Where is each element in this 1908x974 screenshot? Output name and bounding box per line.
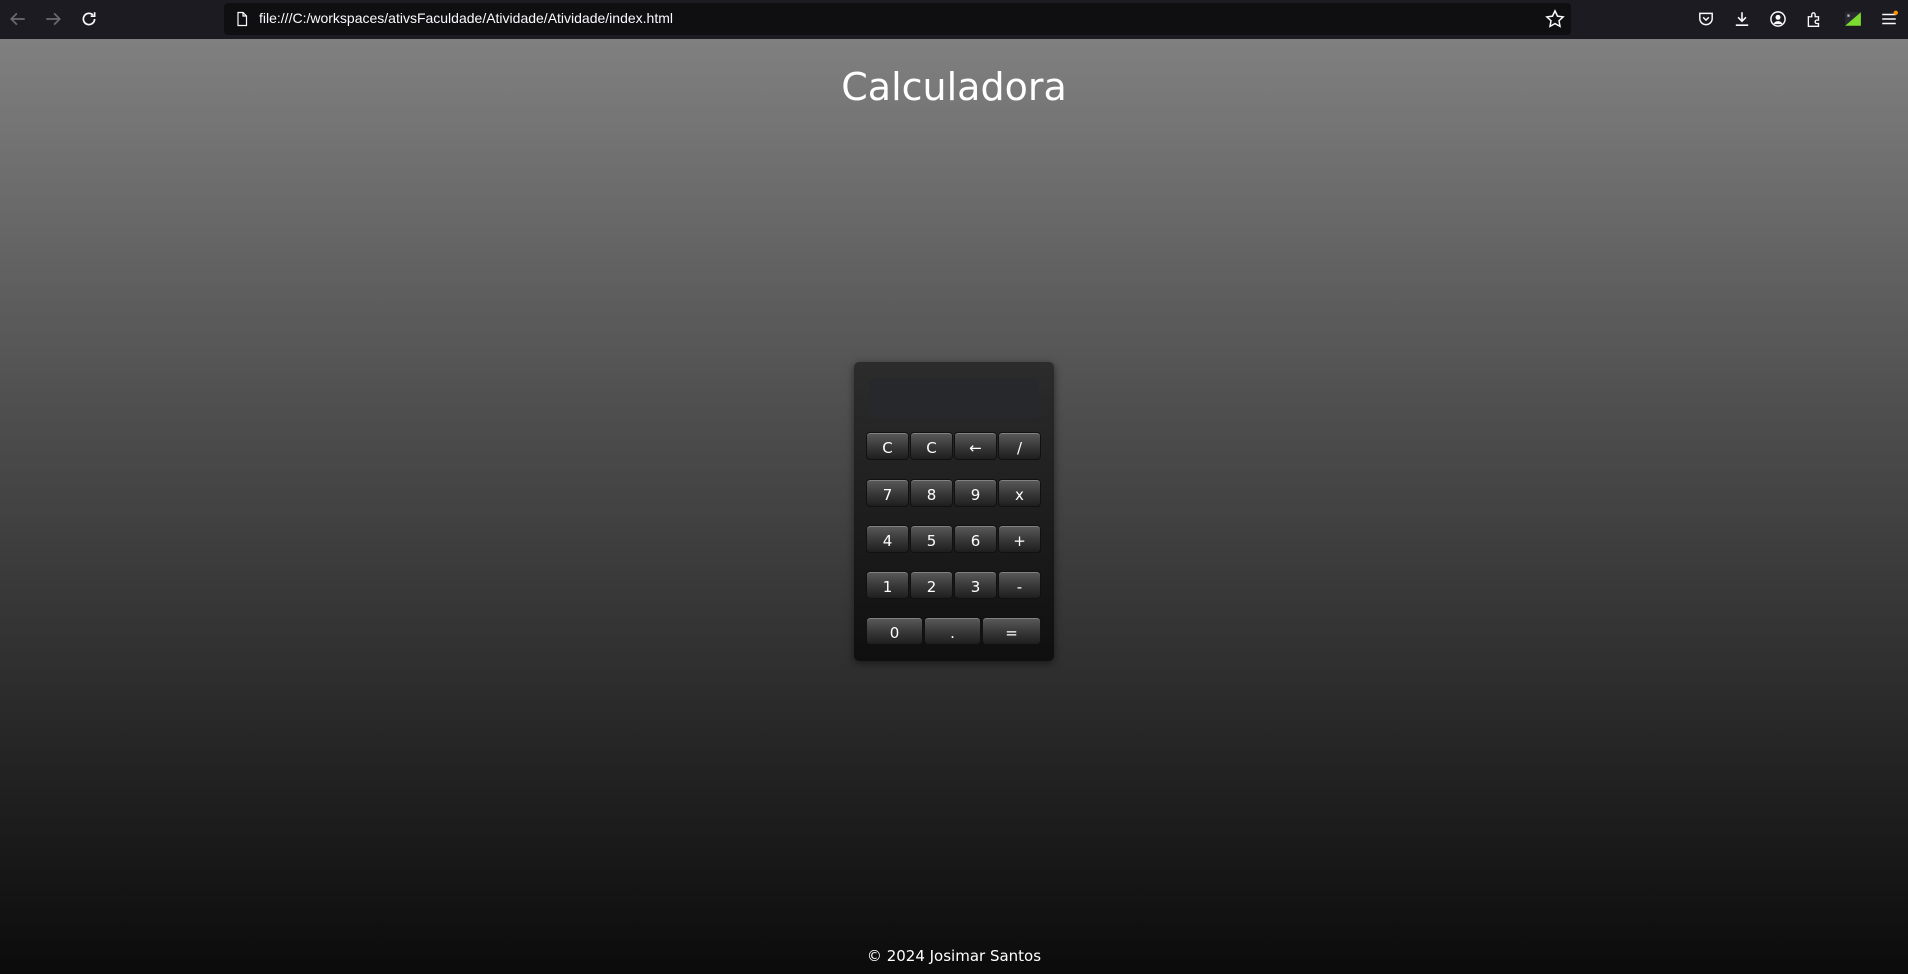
address-bar[interactable]: file:///C:/workspaces/ativsFaculdade/Ati… <box>224 3 1571 35</box>
page-footer: © 2024 Josimar Santos <box>866 947 1042 965</box>
digit-2-button[interactable]: 2 <box>910 571 953 599</box>
digit-0-button[interactable]: 0 <box>866 617 923 645</box>
clear-entry-button[interactable]: C <box>910 432 953 460</box>
bookmark-star-icon[interactable] <box>1545 9 1565 29</box>
digit-4-button[interactable]: 4 <box>866 525 909 553</box>
pocket-icon <box>1699 12 1713 26</box>
backspace-button[interactable]: ← <box>954 432 997 460</box>
forward-icon <box>46 12 61 26</box>
calculator-display <box>869 379 1039 418</box>
pocket-button[interactable] <box>1691 4 1721 34</box>
digit-9-button[interactable]: 9 <box>954 479 997 507</box>
account-button[interactable] <box>1763 4 1793 34</box>
divide-button[interactable]: / <box>998 432 1041 460</box>
digit-6-button[interactable]: 6 <box>954 525 997 553</box>
page-icon <box>237 11 248 27</box>
clear-button[interactable]: C <box>866 432 909 460</box>
downloads-icon <box>1735 12 1749 26</box>
reload-button[interactable] <box>74 4 104 34</box>
extensions-button[interactable] <box>1799 4 1829 34</box>
decimal-button[interactable]: . <box>924 617 981 645</box>
extension-colored-button[interactable] <box>1838 4 1868 34</box>
extension-colored-icon <box>1845 12 1861 26</box>
menu-icon <box>1882 10 1898 25</box>
extensions-icon <box>1807 12 1820 27</box>
reload-icon <box>82 12 96 26</box>
browser-toolbar: file:///C:/workspaces/ativsFaculdade/Ati… <box>0 0 1908 39</box>
back-button[interactable] <box>3 4 33 34</box>
url-text[interactable]: file:///C:/workspaces/ativsFaculdade/Ati… <box>259 10 673 26</box>
forward-button[interactable] <box>38 4 68 34</box>
downloads-button[interactable] <box>1727 4 1757 34</box>
page-content: Calculadora C C ← / 7 8 9 x 4 5 6 + 1 2 … <box>0 39 1908 974</box>
subtract-button[interactable]: - <box>998 571 1041 599</box>
digit-1-button[interactable]: 1 <box>866 571 909 599</box>
digit-5-button[interactable]: 5 <box>910 525 953 553</box>
digit-7-button[interactable]: 7 <box>866 479 909 507</box>
equals-button[interactable]: = <box>982 617 1041 645</box>
digit-3-button[interactable]: 3 <box>954 571 997 599</box>
digit-8-button[interactable]: 8 <box>910 479 953 507</box>
page-title: Calculadora <box>841 65 1067 109</box>
menu-button[interactable] <box>1874 4 1904 34</box>
account-icon <box>1770 11 1786 27</box>
multiply-button[interactable]: x <box>998 479 1041 507</box>
add-button[interactable]: + <box>998 525 1041 553</box>
calculator: C C ← / 7 8 9 x 4 5 6 + 1 2 3 - 0 . = <box>854 362 1054 661</box>
back-icon <box>10 12 25 26</box>
